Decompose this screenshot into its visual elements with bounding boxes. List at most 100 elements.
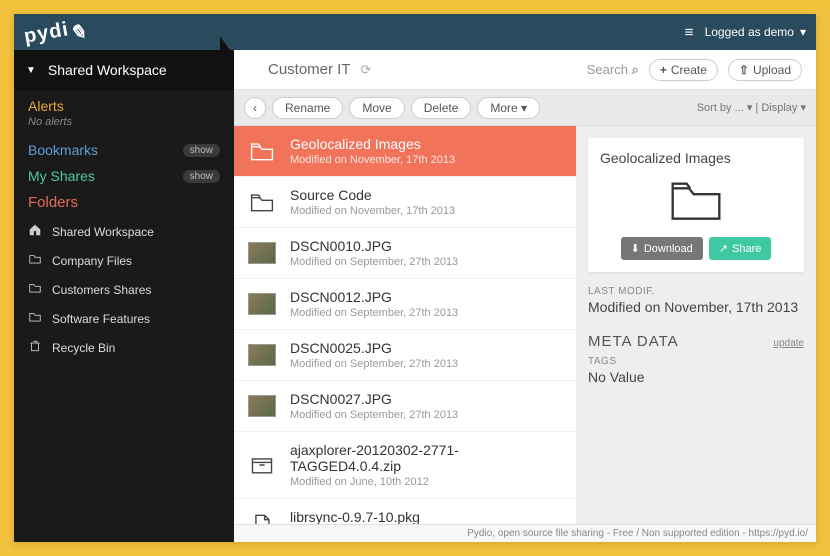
file-row[interactable]: DSCN0012.JPG Modified on September, 27th … (234, 279, 576, 330)
file-row[interactable]: Geolocalized Images Modified on November,… (234, 126, 576, 177)
user-menu[interactable]: Logged as demo ▾ (685, 24, 806, 41)
delete-button[interactable]: Delete (411, 97, 472, 119)
image-thumbnail (248, 242, 276, 264)
more-button[interactable]: More ▾ (477, 97, 540, 119)
display-toggle[interactable]: Display (761, 102, 797, 114)
folder-icon (248, 137, 276, 165)
sidebar-item-label: Shared Workspace (52, 225, 154, 239)
image-thumbnail (248, 344, 276, 366)
bookmarks-label: Bookmarks (28, 142, 98, 158)
file-name: DSCN0012.JPG (290, 289, 562, 305)
workspace-switcher[interactable]: ▼ Shared Workspace (14, 50, 234, 90)
show-button[interactable]: show (183, 144, 220, 157)
file-name: DSCN0010.JPG (290, 238, 562, 254)
file-modified: Modified on November, 17th 2013 (290, 205, 562, 217)
sidebar-bookmarks[interactable]: Bookmarks show (14, 134, 234, 160)
sort-by[interactable]: Sort by ... ▾ | Display ▾ (697, 101, 806, 114)
file-row[interactable]: ajaxplorer-20120302-2771-TAGGED4.0.4.zip… (234, 432, 576, 499)
toolbar-actions: ‹ Rename Move Delete More ▾ Sort by ... … (234, 90, 816, 126)
lastmodif-value: Modified on November, 17th 2013 (588, 299, 804, 315)
file-row[interactable]: DSCN0010.JPG Modified on September, 27th … (234, 228, 576, 279)
image-thumbnail (248, 395, 276, 417)
folder-icon (668, 176, 724, 227)
breadcrumb[interactable]: Customer IT (268, 61, 351, 78)
file-row[interactable]: librsync-0.9.7-10.pkgModified on June, 1… (234, 499, 576, 524)
lastmodif-label: LAST MODIF. (588, 286, 804, 297)
chevron-down-icon: ▼ (26, 65, 36, 76)
file-modified: Modified on September, 27th 2013 (290, 256, 562, 268)
sidebar-item-label: Software Features (52, 312, 150, 326)
toolbar-main: Customer IT ⟳ Search ⌕ +Create ⇧Upload (234, 50, 816, 90)
sidebar: ▼ Shared Workspace Alerts No alerts Book… (14, 50, 234, 542)
back-button[interactable]: ‹ (244, 97, 266, 119)
file-modified: Modified on November, 17th 2013 (290, 154, 562, 166)
chevron-down-icon: ▾ (800, 25, 806, 39)
tags-value: No Value (588, 369, 804, 385)
no-alerts: No alerts (14, 116, 234, 134)
file-name: Source Code (290, 187, 562, 203)
archive-icon (248, 451, 276, 479)
sidebar-item-label: Company Files (52, 254, 132, 268)
folder-icon (28, 252, 42, 269)
file-row[interactable]: Source Code Modified on November, 17th 20… (234, 177, 576, 228)
myshares-label: My Shares (28, 168, 95, 184)
menu-icon (685, 24, 699, 41)
sidebar-item-recycle-bin[interactable]: Recycle Bin (14, 333, 234, 362)
sidebar-item-software-features[interactable]: Software Features (14, 304, 234, 333)
file-name: Geolocalized Images (290, 136, 562, 152)
sidebar-item-label: Recycle Bin (52, 341, 115, 355)
move-button[interactable]: Move (349, 97, 404, 119)
sidebar-alerts[interactable]: Alerts (14, 90, 234, 116)
download-icon: ⬇ (631, 242, 640, 255)
download-button[interactable]: ⬇Download (621, 237, 703, 260)
sidebar-item-customers-shares[interactable]: Customers Shares (14, 275, 234, 304)
sidebar-item-company-files[interactable]: Company Files (14, 246, 234, 275)
footer: Pydio, open source file sharing - Free /… (234, 524, 816, 542)
file-name: librsync-0.9.7-10.pkg (290, 509, 562, 524)
sidebar-folders-header: Folders (14, 186, 234, 213)
file-modified: Modified on September, 27th 2013 (290, 307, 562, 319)
file-modified: Modified on September, 27th 2013 (290, 409, 562, 421)
file-icon (248, 510, 276, 524)
file-modified: Modified on September, 27th 2013 (290, 358, 562, 370)
folders-label: Folders (28, 194, 78, 211)
topbar: pydi✎ Logged as demo ▾ (14, 14, 816, 50)
breadcrumb-arrow (220, 50, 234, 76)
plus-icon: + (660, 63, 667, 77)
detail-title: Geolocalized Images (600, 150, 731, 166)
workspace-name: Shared Workspace (48, 62, 167, 78)
search-icon: ⌕ (632, 62, 639, 77)
update-link[interactable]: update (773, 338, 804, 349)
file-row[interactable]: DSCN0025.JPG Modified on September, 27th … (234, 330, 576, 381)
logged-label: Logged as demo (705, 25, 794, 39)
sidebar-item-shared-workspace[interactable]: Shared Workspace (14, 217, 234, 246)
refresh-icon[interactable]: ⟳ (361, 62, 372, 78)
upload-icon: ⇧ (739, 63, 749, 77)
sidebar-myshares[interactable]: My Shares show (14, 160, 234, 186)
share-button[interactable]: ↗Share (709, 237, 772, 260)
trash-icon (28, 339, 42, 356)
upload-button[interactable]: ⇧Upload (728, 59, 802, 81)
logo: pydi✎ (24, 20, 87, 45)
file-modified: Modified on June, 10th 2012 (290, 476, 562, 488)
file-name: ajaxplorer-20120302-2771-TAGGED4.0.4.zip (290, 442, 562, 474)
image-thumbnail (248, 293, 276, 315)
rename-button[interactable]: Rename (272, 97, 343, 119)
alerts-label: Alerts (28, 98, 64, 114)
share-icon: ↗ (719, 242, 728, 255)
folder-icon (28, 310, 42, 327)
sidebar-item-label: Customers Shares (52, 283, 151, 297)
search-input[interactable]: Search ⌕ (587, 62, 639, 78)
show-button[interactable]: show (183, 170, 220, 183)
metadata-header: META DATA (588, 333, 679, 350)
detail-card: Geolocalized Images ⬇Download ↗Share (588, 138, 804, 272)
folder-icon (248, 188, 276, 216)
file-name: DSCN0025.JPG (290, 340, 562, 356)
file-name: DSCN0027.JPG (290, 391, 562, 407)
file-list: Geolocalized Images Modified on November,… (234, 126, 576, 524)
create-button[interactable]: +Create (649, 59, 718, 81)
file-row[interactable]: DSCN0027.JPG Modified on September, 27th … (234, 381, 576, 432)
folder-icon (28, 281, 42, 298)
home-icon (28, 223, 42, 240)
tags-label: TAGS (588, 356, 804, 367)
